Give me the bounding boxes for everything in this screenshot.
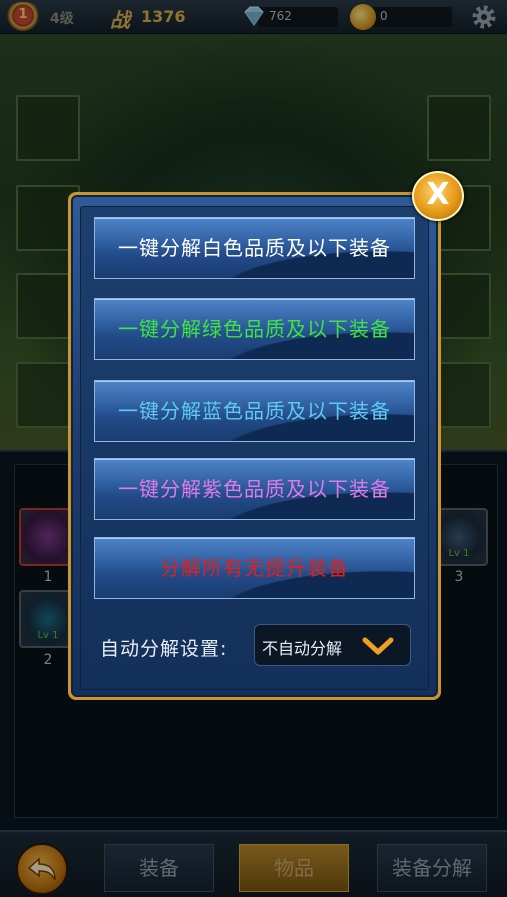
decompose-blue-button[interactable]: 一键分解蓝色品质及以下装备 <box>94 380 415 442</box>
chevron-down-icon[interactable] <box>362 636 394 656</box>
decompose-all-unimproved-button[interactable]: 分解所有无提升装备 <box>94 537 415 599</box>
close-icon: X <box>426 177 450 212</box>
decompose-white-button[interactable]: 一键分解白色品质及以下装备 <box>94 217 415 279</box>
close-button[interactable]: X <box>412 171 464 221</box>
decompose-green-button[interactable]: 一键分解绿色品质及以下装备 <box>94 298 415 360</box>
decompose-purple-button[interactable]: 一键分解紫色品质及以下装备 <box>94 458 415 520</box>
auto-decompose-label: 自动分解设置: <box>100 638 228 660</box>
auto-decompose-value: 不自动分解 <box>262 639 343 658</box>
